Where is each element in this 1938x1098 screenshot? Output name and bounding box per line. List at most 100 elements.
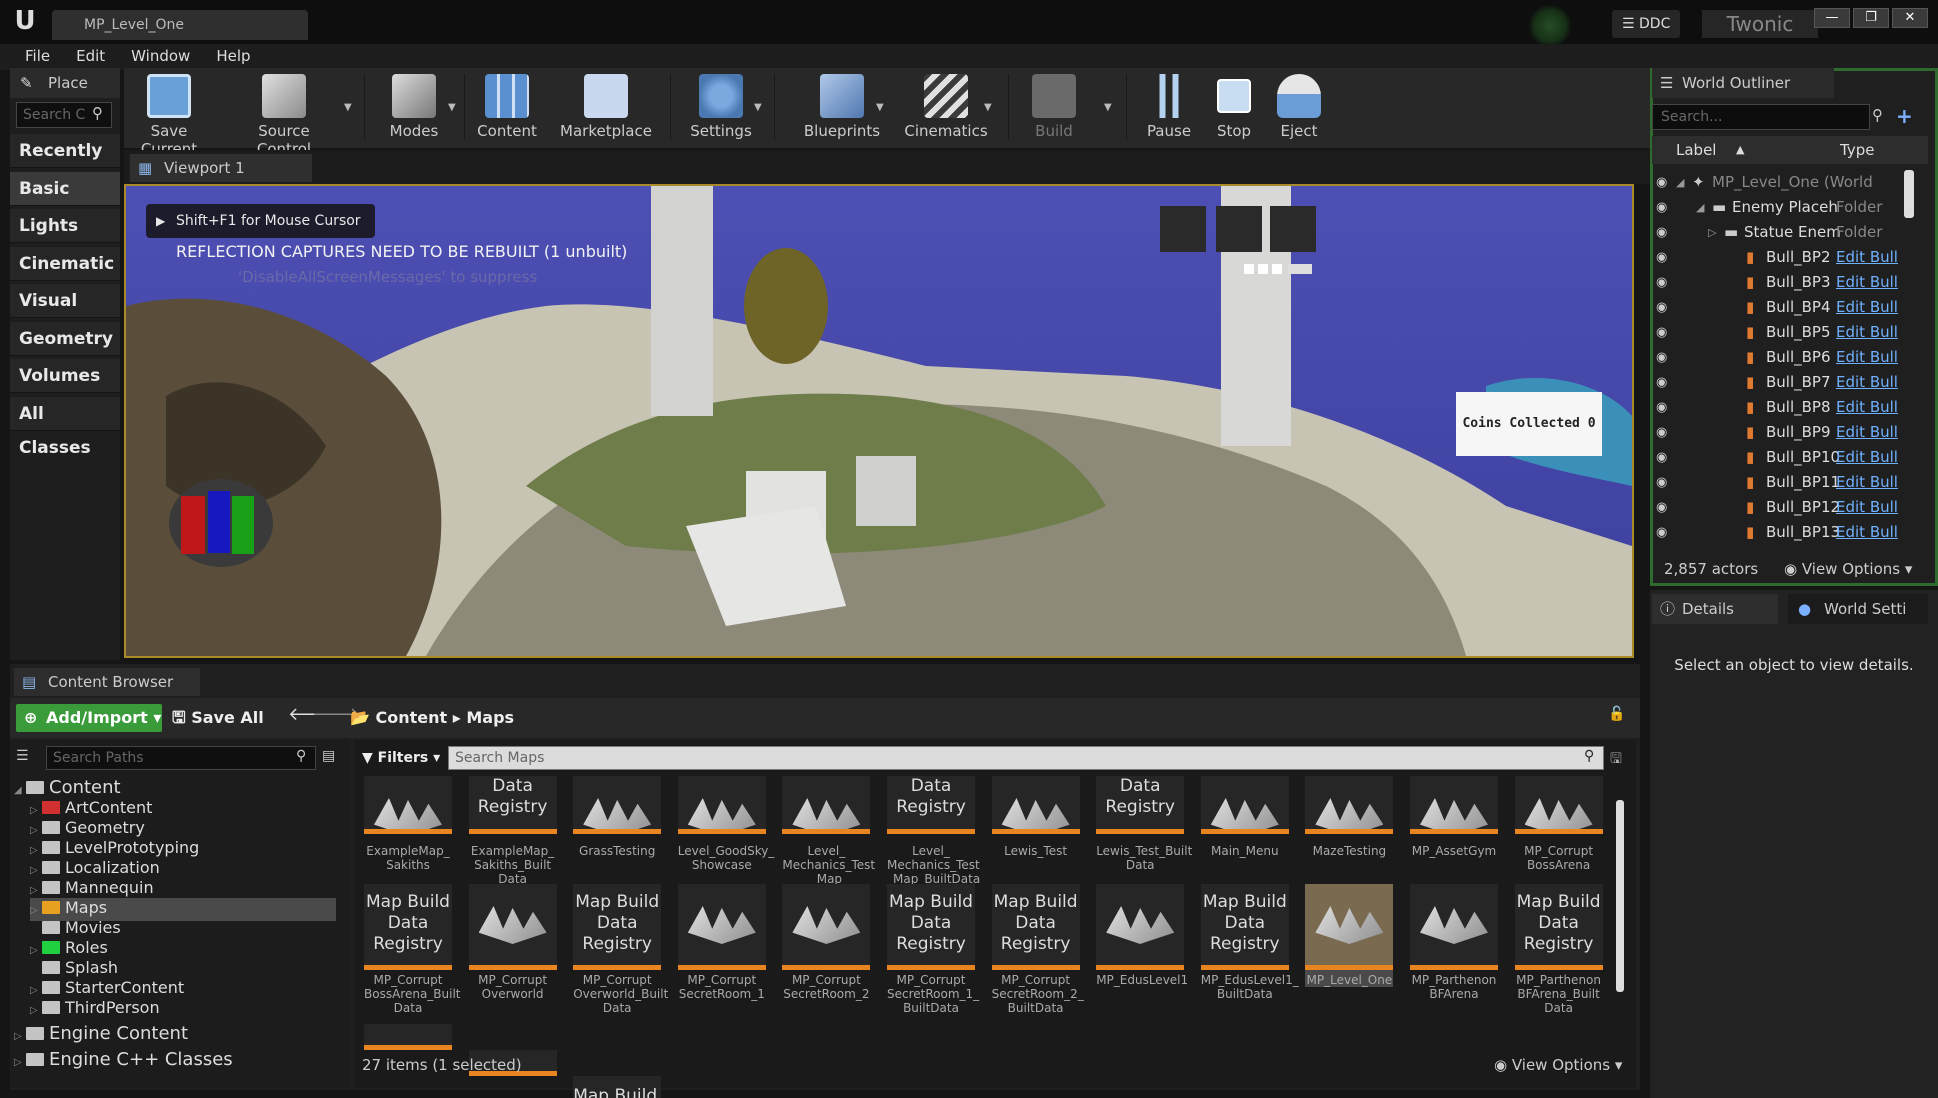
outliner-row[interactable]: ◉ ▮ Bull_BP3 Edit Bull [1652, 270, 1928, 295]
outliner-row[interactable]: ◉ ▮ Bull_BP9 Edit Bull [1652, 420, 1928, 445]
asset-tile[interactable]: MP_Corrupt BossArena [1514, 776, 1603, 872]
stop-button[interactable]: Stop [1208, 74, 1260, 148]
asset-tile[interactable]: Map Build Data Registry MP_Corrupt Secret… [887, 884, 979, 1015]
asset-tile[interactable]: Level_GoodSky_ Showcase [677, 776, 774, 872]
asset-tile[interactable]: MP_Parthenon BFArena [1410, 884, 1498, 1001]
label-column-header[interactable]: Label [1676, 136, 1716, 164]
save-search-icon[interactable]: 🖫 [1610, 748, 1622, 772]
asset-tile[interactable]: MazeTesting [1305, 776, 1394, 858]
menu-file[interactable]: File [12, 44, 63, 70]
filters-button[interactable]: ▼ Filters ▾ [356, 746, 444, 770]
folder-tree-item[interactable]: ▷ Engine C++ Classes [14, 1050, 233, 1073]
edit-blueprint-link[interactable]: Edit Bull [1836, 470, 1898, 495]
content-view-options-button[interactable]: ◉ View Options ▾ [1494, 1056, 1622, 1074]
visibility-eye-icon[interactable]: ◉ [1656, 420, 1667, 445]
edit-blueprint-link[interactable]: Edit Bull [1836, 295, 1898, 320]
level-document-tab[interactable]: MP_Level_One [52, 10, 308, 40]
asset-tile[interactable]: Map Build Data Registry MP_Corrupt BossAr… [364, 884, 461, 1015]
build-data-registry-thumbnail[interactable]: Map Build [573, 1076, 662, 1098]
outliner-row[interactable]: ◉ ▮ Bull_BP13 Edit Bull [1652, 520, 1928, 545]
asset-search-input[interactable]: Search Maps [448, 746, 1604, 770]
visibility-eye-icon[interactable]: ◉ [1656, 495, 1667, 520]
edit-blueprint-link[interactable]: Edit Bull [1836, 245, 1898, 270]
expand-arrow-icon[interactable]: ▷ [30, 1001, 42, 1021]
eject-button[interactable]: Eject [1274, 74, 1324, 148]
asset-tile[interactable]: MP_EdusLevel1 [1096, 884, 1188, 987]
viewport-tab[interactable]: ▦ Viewport 1 [130, 154, 312, 182]
visibility-eye-icon[interactable]: ◉ [1656, 395, 1667, 420]
type-column-header[interactable]: Type [1840, 136, 1874, 164]
place-category-item[interactable]: Visual Effect [10, 284, 120, 345]
content-browser-tab[interactable]: ▤ Content Browser [14, 668, 200, 696]
add-folder-icon[interactable]: + [1896, 104, 1913, 128]
modes-button[interactable]: Modes [382, 74, 446, 148]
asset-tile[interactable]: Map Build Data Registry MP_Corrupt Secret… [991, 884, 1084, 1015]
outliner-row[interactable]: ◉ ▮ Bull_BP5 Edit Bull [1652, 320, 1928, 345]
save-current-button[interactable]: Save Current [128, 74, 210, 158]
edit-blueprint-link[interactable]: Edit Bull [1836, 370, 1898, 395]
expand-arrow-icon[interactable]: ▷ [14, 1027, 26, 1047]
menu-edit[interactable]: Edit [63, 44, 118, 70]
edit-blueprint-link[interactable]: Edit Bull [1836, 395, 1898, 420]
place-category-item[interactable]: Cinematic [10, 246, 120, 281]
menu-help[interactable]: Help [203, 44, 263, 70]
blueprints-dropdown-icon[interactable]: ▼ [876, 102, 884, 113]
place-tab[interactable]: ✎ Place [10, 68, 120, 98]
build-button[interactable]: Build [1018, 74, 1090, 148]
outliner-row[interactable]: ◉ ▮ Bull_BP4 Edit Bull [1652, 295, 1928, 320]
world-outliner-tab[interactable]: ☰ World Outliner [1652, 68, 1834, 98]
visibility-eye-icon[interactable]: ◉ [1656, 470, 1667, 495]
details-tab[interactable]: ⓘ Details [1652, 594, 1778, 624]
visibility-eye-icon[interactable]: ◉ [1656, 295, 1667, 320]
asset-tile[interactable]: MP_Corrupt Overworld [468, 884, 557, 1001]
asset-tile[interactable]: Level_ Mechanics_Test _Map [782, 776, 875, 886]
toggle-sources-icon[interactable]: ☰ [16, 748, 29, 764]
asset-tile[interactable]: Data Registry Level_ Mechanics_Test _Map_… [887, 776, 980, 886]
outliner-row[interactable]: ◉ ▮ Bull_BP10 Edit Bull [1652, 445, 1928, 470]
asset-tile[interactable]: MP_Corrupt SecretRoom_1 [677, 884, 766, 1001]
expand-arrow-icon[interactable]: ◢ [1696, 195, 1704, 220]
place-category-item[interactable]: Geometry [10, 321, 120, 356]
ddc-button[interactable]: ☰ DDC [1612, 10, 1681, 38]
asset-tile[interactable]: Map Build Data Registry MP_Corrupt Overwo… [573, 884, 668, 1015]
build-dropdown-icon[interactable]: ▼ [1104, 102, 1112, 113]
breadcrumb-maps[interactable]: Maps [466, 708, 514, 727]
visibility-eye-icon[interactable]: ◉ [1656, 370, 1667, 395]
menu-window[interactable]: Window [118, 44, 203, 70]
source-control-status-icon[interactable] [1528, 4, 1572, 48]
close-button[interactable]: ✕ [1892, 8, 1928, 28]
outliner-row[interactable]: ◉ ▮ Bull_BP6 Edit Bull [1652, 345, 1928, 370]
edit-blueprint-link[interactable]: Edit Bull [1836, 320, 1898, 345]
settings-dropdown-icon[interactable]: ▼ [754, 102, 762, 113]
asset-tile[interactable]: Data Registry ExampleMap_ Sakiths_Built D… [468, 776, 557, 886]
visibility-eye-icon[interactable]: ◉ [1656, 520, 1667, 545]
asset-tile[interactable]: Map Build Data Registry MP_Parthenon BFAr… [1514, 884, 1603, 1015]
outliner-row[interactable]: ◉ ▮ Bull_BP8 Edit Bull [1652, 395, 1928, 420]
folder-tree-item[interactable]: Movies [30, 918, 121, 938]
asset-tile[interactable]: Main_Menu [1200, 776, 1289, 858]
edit-blueprint-link[interactable]: Edit Bull [1836, 495, 1898, 520]
blueprints-button[interactable]: Blueprints [796, 74, 888, 148]
edit-blueprint-link[interactable]: Edit Bull [1836, 420, 1898, 445]
asset-tile[interactable]: GrassTesting [573, 776, 662, 858]
outliner-row[interactable]: ◉ ▮ Bull_BP12 Edit Bull [1652, 495, 1928, 520]
folder-tree-item[interactable]: ▷ ThirdPerson [30, 998, 160, 1021]
map-thumbnail-icon[interactable] [364, 1024, 452, 1050]
asset-tile[interactable]: MP_AssetGym [1410, 776, 1498, 858]
outliner-row[interactable]: ◉ ▮ Bull_BP2 Edit Bull [1652, 245, 1928, 270]
place-category-item[interactable]: Volumes [10, 359, 120, 393]
search-paths-input[interactable]: Search Paths [46, 746, 316, 770]
visibility-eye-icon[interactable]: ◉ [1656, 320, 1667, 345]
visibility-eye-icon[interactable]: ◉ [1656, 445, 1667, 470]
visibility-eye-icon[interactable]: ◉ [1656, 220, 1667, 245]
world-settings-tab[interactable]: ● World Setti [1788, 594, 1928, 624]
outliner-search-input[interactable]: Search... [1652, 104, 1870, 130]
asset-tile[interactable]: MP_Corrupt SecretRoom_2 [782, 884, 871, 1001]
place-category-item[interactable]: All Classes [10, 396, 120, 458]
asset-tile[interactable]: Data Registry Lewis_Test_Built Data [1096, 776, 1192, 872]
lock-icon[interactable]: 🔓 [1608, 706, 1625, 722]
outliner-row[interactable]: ◉ ▮ Bull_BP11 Edit Bull [1652, 470, 1928, 495]
cinematics-button[interactable]: Cinematics [898, 74, 994, 148]
edit-blueprint-link[interactable]: Edit Bull [1836, 345, 1898, 370]
content-button[interactable]: Content [474, 74, 540, 148]
